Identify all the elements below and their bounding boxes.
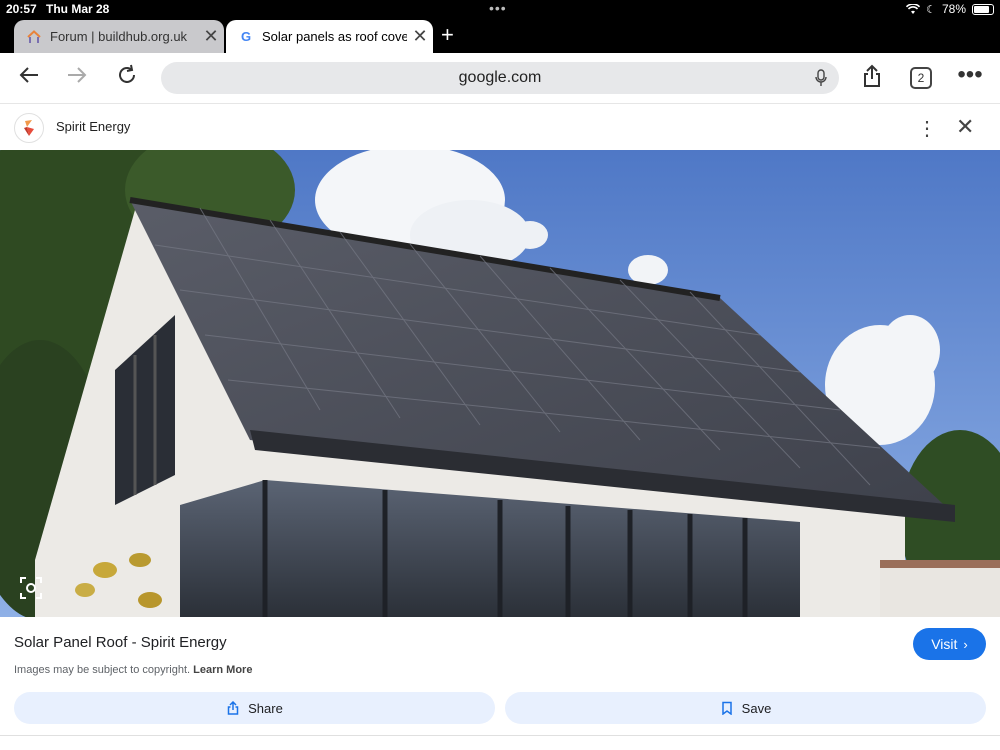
share-label: Share (248, 700, 283, 716)
bookmark-icon (721, 701, 732, 715)
close-tab-icon[interactable]: ✕ (407, 26, 433, 47)
spirit-energy-logo[interactable] (14, 113, 44, 143)
lens-camera-icon[interactable] (18, 575, 44, 601)
battery-percent: 78% (941, 2, 966, 16)
visit-label: Visit (931, 636, 958, 652)
tab-switcher-button[interactable]: 2 (910, 67, 932, 89)
new-tab-plus-icon[interactable]: + (441, 22, 454, 48)
status-date: Thu Mar 28 (46, 2, 110, 16)
divider (0, 735, 1000, 736)
vertical-more-icon[interactable]: ⋮ (917, 116, 937, 141)
copyright-notice: Images may be subject to copyright. Lear… (14, 664, 252, 676)
back-arrow-icon[interactable] (14, 64, 44, 93)
address-url: google.com (458, 69, 542, 86)
tab-forum[interactable]: Forum | buildhub.org.uk ✕ (14, 20, 224, 53)
tab-strip: Forum | buildhub.org.uk ✕ G Solar panels… (0, 18, 1000, 53)
tab-label: Forum | buildhub.org.uk (50, 29, 188, 44)
preview-image-solar-roof[interactable] (0, 150, 1000, 617)
address-bar[interactable]: google.com (161, 62, 839, 94)
reload-icon[interactable] (112, 64, 142, 93)
copyright-text: Images may be subject to copyright. (14, 664, 191, 676)
status-time: 20:57 (6, 2, 37, 16)
save-button[interactable]: Save (505, 692, 986, 724)
result-title[interactable]: Solar Panel Roof - Spirit Energy (14, 634, 227, 651)
visit-button[interactable]: Visit › (913, 628, 986, 660)
image-source-bar: Spirit Energy ⋮ ✕ (0, 103, 1000, 150)
close-icon[interactable]: ✕ (956, 114, 974, 140)
google-icon: G (240, 29, 252, 44)
share-icon[interactable] (857, 64, 887, 95)
moon-icon: ☾ (926, 3, 936, 16)
close-tab-icon[interactable]: ✕ (198, 26, 224, 47)
multitasking-dots-icon[interactable]: ••• (489, 0, 507, 16)
house-icon (26, 29, 42, 45)
learn-more-link[interactable]: Learn More (193, 664, 252, 676)
forward-arrow-icon[interactable] (62, 64, 92, 93)
browser-toolbar: google.com 2 ••• (0, 53, 1000, 103)
more-options-icon[interactable]: ••• (955, 61, 985, 89)
tab-label: Solar panels as roof cove (262, 29, 407, 44)
chevron-right-icon: › (963, 636, 968, 652)
source-name[interactable]: Spirit Energy (56, 119, 130, 134)
status-indicators: ☾ 78% (906, 2, 994, 16)
microphone-icon[interactable] (815, 69, 827, 87)
tab-google-search[interactable]: G Solar panels as roof cove ✕ (226, 20, 433, 53)
share-button[interactable]: Share (14, 692, 495, 724)
wifi-icon (906, 3, 921, 14)
battery-icon (972, 3, 994, 15)
save-label: Save (741, 700, 772, 716)
share-icon (227, 701, 239, 715)
status-bar: 20:57 Thu Mar 28 ••• ☾ 78% (0, 0, 1000, 18)
